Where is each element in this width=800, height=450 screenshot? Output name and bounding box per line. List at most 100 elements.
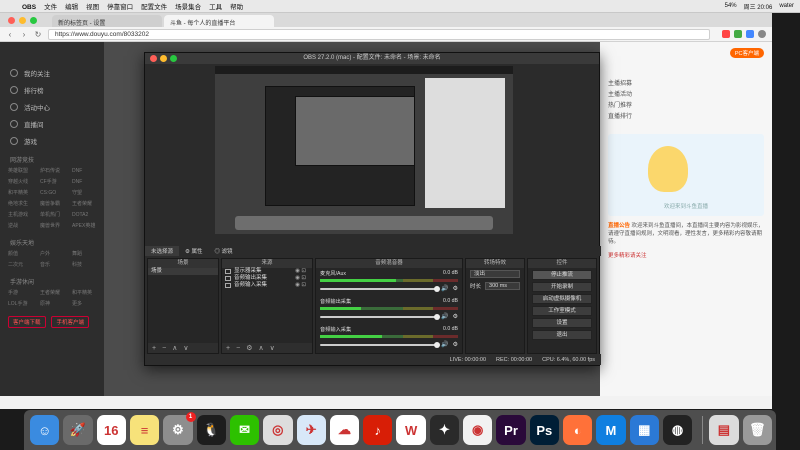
- category-link[interactable]: 绝地求生: [8, 199, 40, 210]
- gear-icon[interactable]: ⚙: [453, 341, 458, 348]
- category-link[interactable]: 更多: [72, 299, 104, 310]
- category-link[interactable]: 和平精英: [72, 288, 104, 299]
- close-window-icon[interactable]: [8, 17, 15, 24]
- extension-icon[interactable]: [722, 30, 730, 38]
- category-link[interactable]: 主机游戏: [8, 210, 40, 221]
- sidebar-item[interactable]: 游戏: [0, 132, 104, 149]
- extension-icon[interactable]: [734, 30, 742, 38]
- filters-button[interactable]: ◎ 滤镜: [209, 246, 239, 256]
- category-link[interactable]: DOTA2: [72, 210, 104, 221]
- category-link[interactable]: 原神: [40, 299, 72, 310]
- launchpad-app-icon[interactable]: 🚀: [63, 415, 93, 445]
- premiere-app-icon[interactable]: Pr: [496, 415, 526, 445]
- up-icon[interactable]: ∧: [172, 344, 177, 352]
- eye-icon[interactable]: ◉ ⊡: [295, 275, 306, 282]
- volume-slider[interactable]: [320, 341, 441, 348]
- chrome-app-icon[interactable]: ◉: [463, 415, 493, 445]
- system-preferences-app-icon[interactable]: ⚙ 1: [163, 412, 196, 445]
- firefox-app-icon[interactable]: ◐: [563, 415, 593, 445]
- down-icon[interactable]: ∨: [183, 344, 188, 352]
- eye-icon[interactable]: ◉ ⊡: [295, 268, 306, 275]
- notes-app-icon[interactable]: ≡: [129, 415, 160, 445]
- down-icon[interactable]: ∨: [270, 344, 275, 352]
- control-button-0[interactable]: 停止推流: [532, 270, 592, 280]
- category-link[interactable]: 单机热门: [40, 210, 72, 221]
- zoom-window-icon[interactable]: [30, 17, 37, 24]
- obs-app-icon[interactable]: ◍: [662, 415, 693, 445]
- category-link[interactable]: 穿越火线: [8, 177, 40, 188]
- transition-select[interactable]: 淡出: [470, 270, 520, 278]
- category-link[interactable]: 手游: [8, 288, 40, 299]
- wps-app-icon[interactable]: W: [396, 415, 426, 445]
- minimize-window-icon[interactable]: [160, 55, 167, 62]
- sidebar-item[interactable]: 活动中心: [0, 98, 104, 115]
- category-link[interactable]: 王者荣耀: [40, 288, 72, 299]
- duration-input[interactable]: 300 ms: [485, 282, 520, 290]
- clock[interactable]: 周三 20:06: [744, 2, 773, 11]
- slider-knob[interactable]: [434, 313, 441, 320]
- control-button-1[interactable]: 开始录制: [532, 282, 592, 292]
- category-link[interactable]: CF手游: [40, 177, 72, 188]
- source-item[interactable]: 音频输出采集 ◉ ⊡: [222, 275, 312, 282]
- baidu-netdisk-app-icon[interactable]: ☁: [329, 415, 360, 445]
- category-link[interactable]: 王者荣耀: [72, 199, 104, 210]
- right-panel-link[interactable]: 主播招募: [608, 78, 764, 89]
- add-icon[interactable]: +: [226, 345, 230, 352]
- volume-slider[interactable]: [320, 285, 441, 292]
- menu-item-3[interactable]: 视图: [86, 4, 99, 11]
- qq-app-icon[interactable]: 🐧: [196, 415, 226, 445]
- back-icon[interactable]: ‹: [6, 30, 14, 39]
- category-link[interactable]: 二次元: [8, 260, 40, 271]
- category-link[interactable]: 户外: [40, 249, 72, 260]
- trash-app-icon[interactable]: 🗑: [742, 415, 772, 445]
- slider-knob[interactable]: [434, 285, 441, 292]
- category-link[interactable]: CS:GO: [40, 188, 72, 199]
- zoom-window-icon[interactable]: [170, 55, 177, 62]
- category-link[interactable]: 科技: [72, 260, 104, 271]
- category-link[interactable]: 魔兽争霸: [40, 199, 72, 210]
- document-app-icon[interactable]: ▤: [709, 415, 739, 445]
- maps-app-icon[interactable]: M: [596, 415, 626, 445]
- category-link[interactable]: 颜值: [8, 249, 40, 260]
- sidebar-item[interactable]: 直播间: [0, 115, 104, 132]
- wechat-app-icon[interactable]: ✉: [229, 415, 260, 445]
- minimize-window-icon[interactable]: [19, 17, 26, 24]
- mail-app-icon[interactable]: ✈: [296, 415, 326, 445]
- menu-item-4[interactable]: 停靠窗口: [107, 4, 133, 11]
- category-link[interactable]: 和平精英: [8, 188, 40, 199]
- eye-icon[interactable]: ◉ ⊡: [295, 282, 306, 289]
- category-link[interactable]: 魔兽世界: [40, 221, 72, 232]
- menu-item-8[interactable]: 帮助: [230, 4, 243, 11]
- speaker-icon[interactable]: 🔊: [441, 285, 448, 292]
- user-name[interactable]: water: [779, 3, 794, 9]
- speaker-icon[interactable]: 🔊: [441, 313, 448, 320]
- up-icon[interactable]: ∧: [258, 344, 263, 352]
- category-link[interactable]: DNF: [72, 166, 104, 177]
- reload-icon[interactable]: ↻: [34, 30, 42, 39]
- close-window-icon[interactable]: [150, 55, 157, 62]
- category-link[interactable]: 炉石传说: [40, 166, 72, 177]
- tab-douyu[interactable]: 斗鱼 - 每个人的直播平台: [164, 15, 274, 27]
- menu-item-1[interactable]: 文件: [44, 4, 57, 11]
- profile-icon[interactable]: [758, 30, 766, 38]
- finder-app-icon[interactable]: ☺: [30, 415, 60, 445]
- remove-icon[interactable]: −: [162, 345, 166, 352]
- volume-slider[interactable]: [320, 313, 441, 320]
- tab-settings[interactable]: 新的标签页 - 设置: [52, 15, 162, 27]
- screenshot-app-icon[interactable]: ◎: [263, 415, 293, 445]
- extension-icon[interactable]: [746, 30, 754, 38]
- menu-item-7[interactable]: 工具: [209, 4, 222, 11]
- category-link[interactable]: 英雄联盟: [8, 166, 40, 177]
- control-button-5[interactable]: 退出: [532, 330, 592, 340]
- control-button-2[interactable]: 启动虚拟摄像机: [532, 294, 592, 304]
- client-download-button[interactable]: 客户端下载: [8, 316, 46, 328]
- remove-icon[interactable]: −: [236, 345, 240, 352]
- sidebar-item[interactable]: 排行榜: [0, 81, 104, 98]
- category-link[interactable]: LOL手游: [8, 299, 40, 310]
- mobile-client-button[interactable]: 手机客户端: [51, 316, 89, 328]
- right-panel-link[interactable]: 主播活动: [608, 89, 764, 100]
- add-icon[interactable]: +: [152, 345, 156, 352]
- category-link[interactable]: 逆战: [8, 221, 40, 232]
- forward-icon[interactable]: ›: [20, 30, 28, 39]
- obs-preview[interactable]: [215, 66, 513, 234]
